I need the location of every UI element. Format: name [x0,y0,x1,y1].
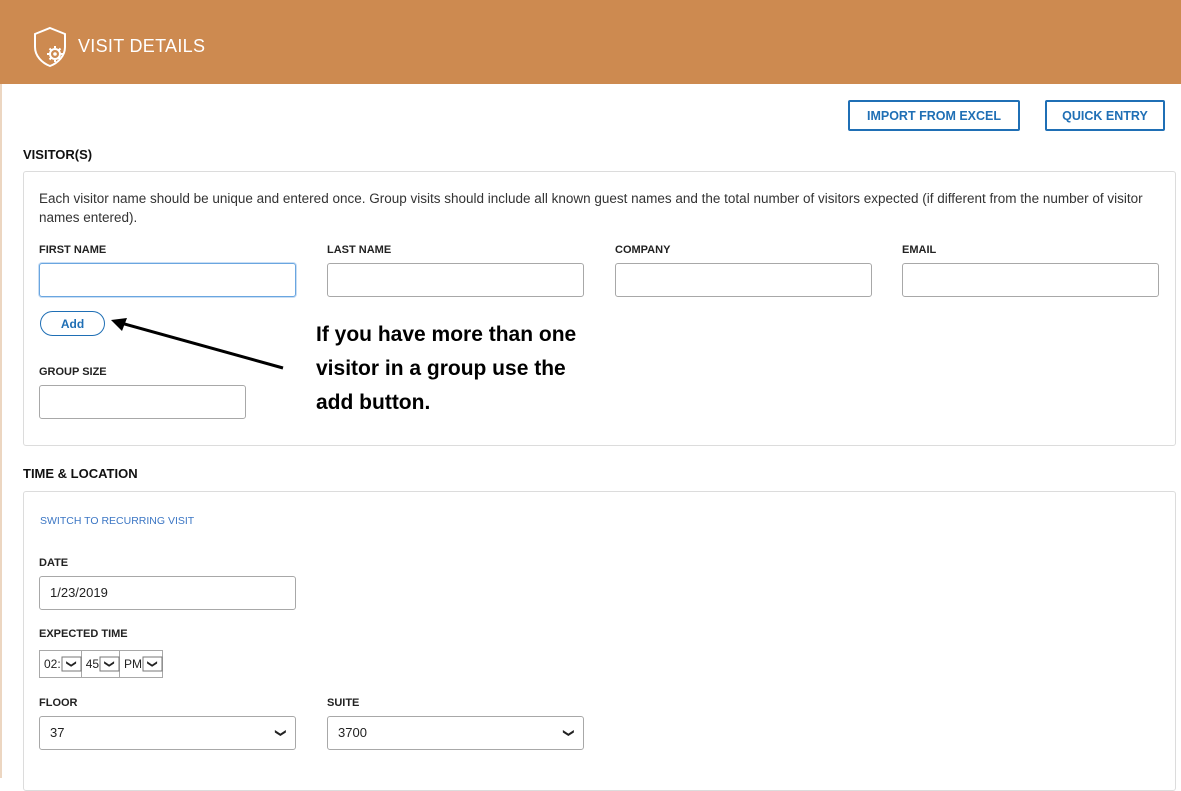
hour-select[interactable]: 02: ❯ [40,651,82,677]
email-label: EMAIL [902,244,937,256]
ampm-value: PM [124,657,143,671]
ampm-select[interactable]: PM ❯ [120,651,163,677]
first-name-label: FIRST NAME [39,244,107,256]
hour-value: 02: [44,657,61,671]
floor-value: 37 [50,725,65,740]
quick-entry-button[interactable]: QUICK ENTRY [1045,100,1165,131]
annotation-arrow [111,318,284,370]
import-from-excel-button[interactable]: IMPORT FROM EXCEL [848,100,1020,131]
time-location-section-title: TIME & LOCATION [23,466,138,481]
group-size-label: GROUP SIZE [39,366,107,378]
expected-time-picker: 02: ❯ 45 ❯ PM ❯ [39,650,164,678]
group-size-field[interactable] [39,385,246,419]
date-field[interactable]: 1/23/2019 [39,576,296,610]
chevron-down-icon: ❯ [274,728,287,738]
first-name-field[interactable] [39,263,296,297]
annotation-text: If you have more than one visitor in a g… [316,318,576,420]
visitors-note: Each visitor name should be unique and e… [39,191,1143,225]
minute-value: 45 [85,657,100,671]
add-visitor-button[interactable]: Add [40,311,105,336]
suite-select[interactable]: 3700 ❯ [327,716,584,750]
company-field[interactable] [615,263,872,297]
floor-label: FLOOR [39,697,78,709]
company-label: COMPANY [615,244,671,256]
annotation-line-1: If you have more than one [316,323,577,346]
chevron-down-icon[interactable]: ❯ [142,656,163,672]
shield-gear-icon [34,26,66,68]
annotation-line-2: visitor in a group use the [316,357,566,380]
page-header: VISIT DETAILS [0,0,1181,84]
switch-to-recurring-link[interactable]: SWITCH TO RECURRING VISIT [40,515,194,527]
email-field[interactable] [902,263,1159,297]
suite-label: SUITE [327,697,360,709]
chevron-down-icon[interactable]: ❯ [99,656,120,672]
minute-select[interactable]: 45 ❯ [82,651,121,677]
last-name-label: LAST NAME [327,244,392,256]
last-name-field[interactable] [327,263,584,297]
annotation-line-3: add button. [316,391,431,414]
left-divider [0,84,2,778]
date-label: DATE [39,557,69,569]
visitors-section-title: VISITOR(S) [23,147,93,162]
floor-select[interactable]: 37 ❯ [39,716,296,750]
suite-value: 3700 [338,725,367,740]
expected-time-label: EXPECTED TIME [39,628,128,640]
chevron-down-icon[interactable]: ❯ [61,656,82,672]
page-title: VISIT DETAILS [78,36,206,56]
chevron-down-icon: ❯ [562,728,575,738]
